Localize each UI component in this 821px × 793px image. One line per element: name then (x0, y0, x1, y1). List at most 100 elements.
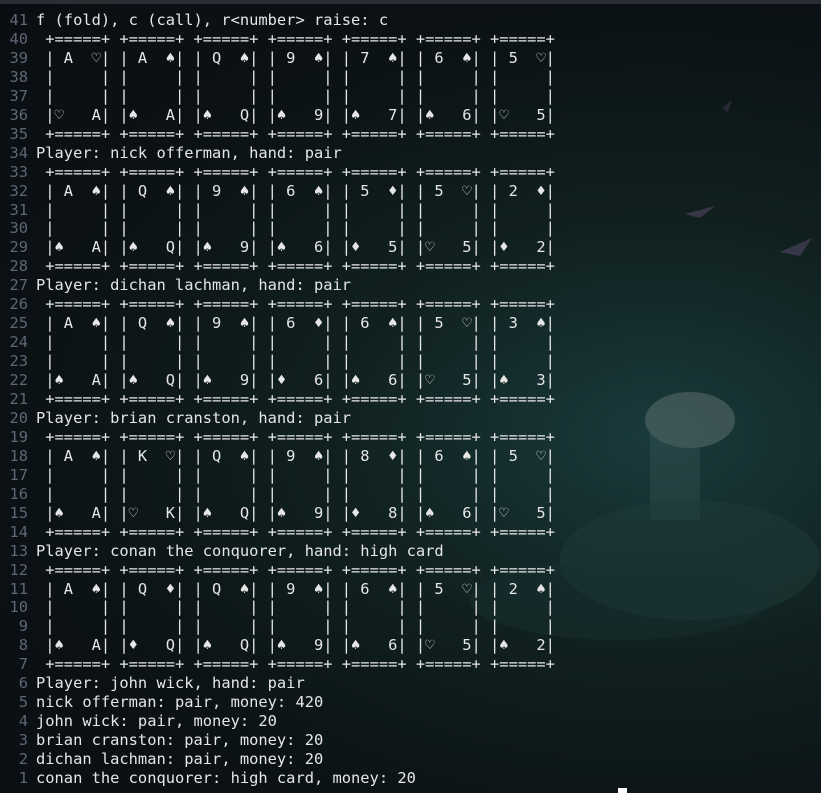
terminal-line: 37 | | | | | | | | | | | | | | (0, 87, 555, 106)
line-text: Player: john wick, hand: pair (36, 674, 305, 692)
line-text: Player: conan the conquorer, hand: high … (36, 542, 444, 560)
line-text: +=====+ +=====+ +=====+ +=====+ +=====+ … (36, 163, 555, 181)
terminal-line: 25 | A ♠| | Q ♠| | 9 ♠| | 6 ♦| | 6 ♠| | … (0, 314, 555, 333)
terminal-output[interactable]: 41 f (fold), c (call), r<number> raise: c… (0, 0, 821, 793)
line-text: +=====+ +=====+ +=====+ +=====+ +=====+ … (36, 257, 555, 275)
line-number: 9 (18, 617, 28, 635)
line-text: Player: nick offerman, hand: pair (36, 144, 342, 162)
terminal-line: 38 | | | | | | | | | | | | | | (0, 68, 554, 87)
terminal-line: 14 +=====+ +=====+ +=====+ +=====+ +====… (0, 523, 555, 542)
terminal-line: 6 Player: john wick, hand: pair (0, 674, 305, 693)
terminal-line: 19 +=====+ +=====+ +=====+ +=====+ +====… (0, 428, 554, 447)
line-number: 33 (9, 163, 28, 181)
line-number: 36 (9, 106, 28, 124)
terminal-line: 27 Player: dichan lachman, hand: pair (0, 276, 351, 295)
line-number: 27 (9, 276, 28, 294)
line-text: +=====+ +=====+ +=====+ +=====+ +=====+ … (36, 295, 555, 313)
terminal-line: 36 |♡ A| |♠ A| |♠ Q| |♠ 9| |♠ 7| |♠ 6| |… (0, 106, 554, 125)
line-text: nick offerman: pair, money: 420 (36, 693, 324, 711)
line-number: 5 (18, 693, 28, 711)
line-number: 23 (9, 352, 28, 370)
line-text: dichan lachman: pair, money: 20 (36, 750, 324, 768)
line-text: +=====+ +=====+ +=====+ +=====+ +=====+ … (36, 655, 555, 673)
terminal-line: 34 Player: nick offerman, hand: pair (0, 144, 342, 163)
line-text: |♠ A| |♠ Q| |♠ 9| |♦ 6| |♠ 6| |♡ 5| |♠ 3… (36, 371, 555, 389)
line-number: 35 (9, 125, 28, 143)
terminal-line: 10 | | | | | | | | | | | | | | (0, 598, 555, 617)
line-text: Player: brian cranston, hand: pair (36, 409, 352, 427)
line-text: | | | | | | | | | | | | | | (36, 333, 555, 351)
line-text: | A ♠| | Q ♠| | 9 ♠| | 6 ♠| | 5 ♦| | 5 ♡… (36, 182, 555, 200)
terminal-line: 41 f (fold), c (call), r<number> raise: c (0, 11, 388, 30)
line-number: 21 (9, 390, 28, 408)
terminal-line: 1 conan the conquorer: high card, money: … (0, 769, 416, 788)
terminal-line: 4 john wick: pair, money: 20 (0, 712, 277, 731)
terminal-line: 35 +=====+ +=====+ +=====+ +=====+ +====… (0, 125, 555, 144)
line-text: | A ♠| | Q ♦| | Q ♠| | 9 ♠| | 6 ♠| | 5 ♡… (36, 580, 555, 598)
line-text: |♠ A| |♠ Q| |♠ 9| |♠ 6| |♦ 5| |♡ 5| |♦ 2… (36, 238, 555, 256)
terminal-line: 40 +=====+ +=====+ +=====+ +=====+ +====… (0, 30, 554, 49)
line-text: |♠ A| |♦ Q| |♠ Q| |♠ 9| |♠ 6| |♡ 5| |♠ 2… (36, 636, 555, 654)
terminal-line: 12 +=====+ +=====+ +=====+ +=====+ +====… (0, 561, 554, 580)
line-text: +=====+ +=====+ +=====+ +=====+ +=====+ … (36, 390, 555, 408)
terminal-line: 24 | | | | | | | | | | | | | | (0, 333, 555, 352)
line-number: 26 (9, 295, 28, 313)
line-text: | A ♡| | A ♠| | Q ♠| | 9 ♠| | 7 ♠| | 6 ♠… (36, 49, 555, 67)
line-text: | | | | | | | | | | | | | | (36, 598, 555, 616)
line-number: 13 (9, 542, 28, 560)
line-text: | | | | | | | | | | | | | | (36, 617, 555, 635)
line-number: 25 (9, 314, 28, 332)
line-number: 28 (9, 257, 28, 275)
line-text: +=====+ +=====+ +=====+ +=====+ +=====+ … (36, 125, 555, 143)
line-text: | | | | | | | | | | | | | | (36, 352, 555, 370)
line-number: 1 (18, 769, 28, 787)
line-number: 7 (18, 655, 28, 673)
line-number: 16 (9, 485, 28, 503)
line-text: brian cranston: pair, money: 20 (36, 731, 324, 749)
line-text: | | | | | | | | | | | | | | (36, 219, 555, 237)
line-number: 12 (9, 561, 28, 579)
line-number: 22 (9, 371, 28, 389)
line-text: | | | | | | | | | | | | | | (36, 201, 555, 219)
terminal-line: 23 | | | | | | | | | | | | | | (0, 352, 555, 371)
line-number: 34 (9, 144, 28, 162)
terminal-line: 9 | | | | | | | | | | | | | | (0, 617, 555, 636)
line-number: 10 (9, 598, 28, 616)
line-number: 17 (9, 466, 28, 484)
line-number: 24 (9, 333, 28, 351)
line-number: 3 (18, 731, 28, 749)
line-number: 32 (9, 182, 28, 200)
line-number: 20 (9, 409, 28, 427)
terminal-line: 22 |♠ A| |♠ Q| |♠ 9| |♦ 6| |♠ 6| |♡ 5| |… (0, 371, 555, 390)
terminal-cursor (618, 788, 627, 793)
terminal-line: 11 | A ♠| | Q ♦| | Q ♠| | 9 ♠| | 6 ♠| | … (0, 580, 555, 599)
terminal-line: 32 | A ♠| | Q ♠| | 9 ♠| | 6 ♠| | 5 ♦| | … (0, 182, 555, 201)
terminal-line: 26 +=====+ +=====+ +=====+ +=====+ +====… (0, 295, 555, 314)
line-text: | | | | | | | | | | | | | | (36, 87, 555, 105)
line-number: 40 (9, 30, 28, 48)
terminal-line: 21 +=====+ +=====+ +=====+ +=====+ +====… (0, 390, 555, 409)
terminal-line: 33 +=====+ +=====+ +=====+ +=====+ +====… (0, 163, 555, 182)
line-number: 41 (9, 11, 28, 29)
line-text: | | | | | | | | | | | | | | (36, 466, 555, 484)
terminal-line: 39 | A ♡| | A ♠| | Q ♠| | 9 ♠| | 7 ♠| | … (0, 49, 555, 68)
line-text: |♠ A| |♡ K| |♠ Q| |♠ 9| |♦ 8| |♠ 6| |♡ 5… (36, 504, 555, 522)
line-text: +=====+ +=====+ +=====+ +=====+ +=====+ … (36, 523, 555, 541)
line-number: 37 (9, 87, 28, 105)
terminal-line: 5 nick offerman: pair, money: 420 (0, 693, 324, 712)
line-number: 38 (9, 68, 28, 86)
terminal-line: 18 | A ♠| | K ♡| | Q ♠| | 9 ♠| | 8 ♦| | … (0, 447, 555, 466)
terminal-line: 13 Player: conan the conquorer, hand: hig… (0, 542, 444, 561)
line-text: conan the conquorer: high card, money: 2… (36, 769, 416, 787)
line-number: 19 (9, 428, 28, 446)
line-number: 15 (9, 504, 28, 522)
line-number: 4 (18, 712, 28, 730)
terminal-line: 31 | | | | | | | | | | | | | | (0, 201, 555, 220)
terminal-line: 2 dichan lachman: pair, money: 20 (0, 750, 324, 769)
terminal-line: 20 Player: brian cranston, hand: pair (0, 409, 351, 428)
line-text: | A ♠| | K ♡| | Q ♠| | 9 ♠| | 8 ♦| | 6 ♠… (36, 447, 555, 465)
terminal-line: 7 +=====+ +=====+ +=====+ +=====+ +=====… (0, 655, 555, 674)
line-text: | A ♠| | Q ♠| | 9 ♠| | 6 ♦| | 6 ♠| | 5 ♡… (36, 314, 555, 332)
terminal-line: 3 brian cranston: pair, money: 20 (0, 731, 324, 750)
line-number: 18 (9, 447, 28, 465)
